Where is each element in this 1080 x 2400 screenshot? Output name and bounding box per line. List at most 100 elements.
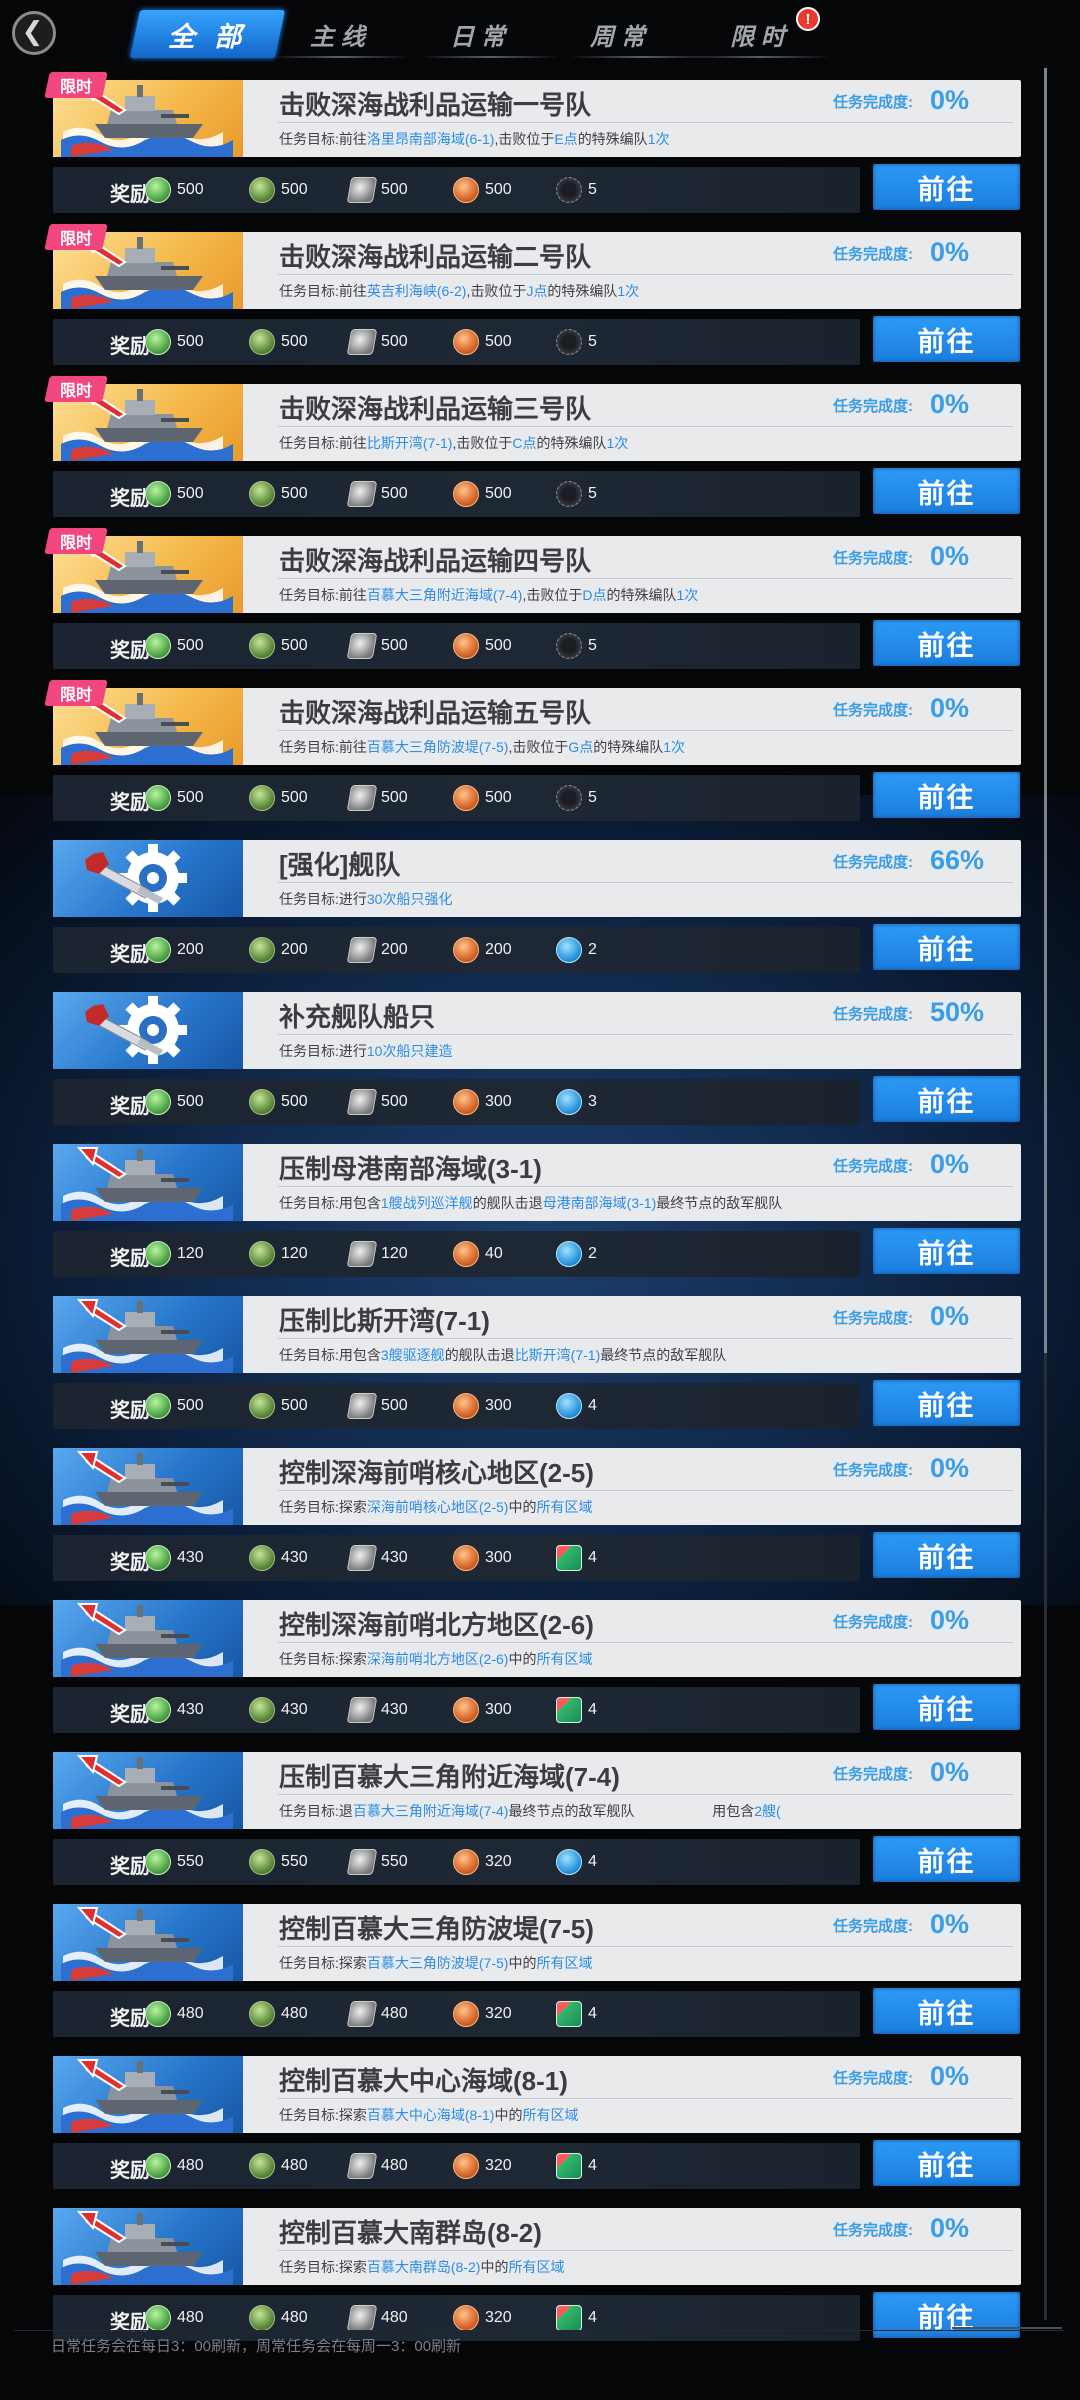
reward-amount: 300 — [485, 1701, 512, 1718]
objective-text: 的舰队击退 — [444, 1347, 515, 1363]
task-title: 压制比斯开湾(7-1) — [279, 1306, 490, 1336]
fuel-icon — [145, 2153, 171, 2179]
battleship-icon — [53, 1296, 243, 1373]
go-button[interactable]: 前往 — [873, 2140, 1020, 2186]
ammo-icon — [249, 1241, 275, 1267]
limited-time-tag: 限时 — [44, 72, 108, 98]
go-button[interactable]: 前往 — [873, 1228, 1020, 1274]
go-button[interactable]: 前往 — [873, 1836, 1020, 1882]
reward-amount: 4 — [588, 1853, 597, 1870]
go-button[interactable]: 前往 — [873, 1988, 1020, 2034]
objective-text: 的特殊编队 — [547, 283, 618, 299]
reward-amount: 500 — [381, 1397, 408, 1414]
material-icon — [556, 1697, 582, 1723]
reward-item: 500 — [249, 481, 308, 507]
task-title: 控制百慕大中心海域(8-1) — [279, 2066, 568, 2096]
reward-label: 奖励 — [110, 640, 150, 662]
title-divider — [278, 1946, 1013, 1947]
fuel-icon — [145, 2001, 171, 2027]
reward-amount: 5 — [588, 789, 597, 806]
reward-label: 奖励 — [110, 792, 150, 814]
objective-text: 任务目标:探索 — [279, 1955, 367, 1971]
go-button[interactable]: 前往 — [873, 316, 1020, 362]
reward-bar: 奖励 500 500 500 500 5 — [53, 167, 860, 213]
progress-value: 50% — [930, 997, 985, 1027]
progress-value: 0% — [930, 2061, 970, 2091]
go-button[interactable]: 前往 — [873, 1380, 1020, 1426]
reward-amount: 500 — [381, 181, 408, 198]
reward-amount: 500 — [485, 637, 512, 654]
objective-highlight: 1次 — [676, 587, 699, 603]
objective-highlight: J点 — [526, 283, 548, 299]
reward-amount: 500 — [177, 485, 204, 502]
steel-icon — [346, 177, 378, 203]
reward-amount: 500 — [485, 485, 512, 502]
task-objective: 任务目标:用包含3艘驱逐舰的舰队击退比斯开湾(7-1)最终节点的敌军舰队 — [279, 1345, 1014, 1365]
go-button[interactable]: 前往 — [873, 468, 1020, 514]
battleship-icon — [53, 1904, 243, 1981]
ammo-icon — [249, 481, 275, 507]
tab-all[interactable]: 全 部 — [129, 10, 286, 58]
tab-weekly[interactable]: 周 常 — [545, 10, 690, 58]
go-button[interactable]: 前往 — [873, 1684, 1020, 1730]
reward-amount: 120 — [177, 1245, 204, 1262]
go-button[interactable]: 前往 — [873, 2292, 1020, 2338]
objective-text: ,击败位于 — [508, 739, 569, 755]
reward-item: 320 — [453, 1849, 512, 1875]
objective-highlight: 30次船只强化 — [366, 891, 453, 907]
ammo-icon — [249, 2153, 275, 2179]
objective-text: 最终节点的敌军舰队 用包含 — [508, 1803, 755, 1819]
task-title: 控制百慕大三角防波堤(7-5) — [279, 1914, 594, 1944]
task-objective: 任务目标:前往百慕大三角防波堤(7-5),击败位于G点的特殊编队1次 — [279, 737, 1014, 757]
go-button[interactable]: 前往 — [873, 620, 1020, 666]
objective-highlight: 10次船只建造 — [366, 1043, 453, 1059]
objective-highlight: 1次 — [663, 739, 686, 755]
objective-highlight: 所有区域 — [522, 2107, 579, 2123]
task-card: 限时 击败深海战利品运输四号队 任务目标:前往百慕大三角附近海域(7-4),击败位于… — [44, 528, 1021, 676]
ammo-icon — [249, 2305, 275, 2331]
ammo-icon — [249, 633, 275, 659]
fuel-icon — [145, 1089, 171, 1115]
objective-highlight: 百慕大中心海域(8-1) — [366, 2107, 495, 2123]
reward-bar: 奖励 500 500 500 500 5 — [53, 319, 860, 365]
title-divider — [278, 1034, 1013, 1035]
objective-text: 任务目标:探索 — [279, 1651, 367, 1667]
objective-text: 中的 — [480, 2259, 509, 2275]
task-objective: 任务目标:探索深海前哨核心地区(2-5)中的所有区域 — [279, 1497, 1014, 1517]
back-button[interactable]: ❮ — [12, 11, 56, 55]
objective-highlight: 2艘( — [754, 1803, 781, 1819]
reward-item: 480 — [249, 2153, 308, 2179]
go-button[interactable]: 前往 — [873, 1532, 1020, 1578]
go-button[interactable]: 前往 — [873, 164, 1020, 210]
reward-item: 500 — [453, 177, 512, 203]
task-header: 控制深海前哨核心地区(2-5) 任务目标:探索深海前哨核心地区(2-5)中的所有区… — [53, 1448, 1021, 1525]
fuel-icon — [145, 1849, 171, 1875]
objective-highlight: 所有区域 — [536, 1499, 593, 1515]
task-header: 压制百慕大三角附近海域(7-4) 任务目标:退百慕大三角附近海域(7-4)最终节点… — [53, 1752, 1021, 1829]
fuel-icon — [145, 785, 171, 811]
core-icon — [556, 633, 582, 659]
task-header: 限时 击败深海战利品运输五号队 任务目标:前往百慕大三角防波堤(7-5),击败位于G… — [44, 680, 1021, 765]
reward-item: 300 — [453, 1393, 512, 1419]
battleship-icon — [53, 1600, 243, 1677]
go-button[interactable]: 前往 — [873, 1076, 1020, 1122]
go-button[interactable]: 前往 — [873, 924, 1020, 970]
task-title: 补充舰队船只 — [279, 1002, 436, 1032]
chevron-left-icon: ❮ — [21, 17, 44, 47]
objective-text: 任务目标:前往 — [279, 587, 367, 603]
reward-amount: 500 — [381, 637, 408, 654]
progress-value: 0% — [930, 541, 970, 571]
footer-divider — [14, 2330, 1064, 2331]
reward-amount: 500 — [177, 333, 204, 350]
task-card: 压制母港南部海域(3-1) 任务目标:用包含1艘战列巡洋舰的舰队击退母港南部海域(… — [53, 1144, 1021, 1284]
objective-highlight: 英吉利海峡(6-2) — [366, 283, 467, 299]
objective-highlight: 3艘驱逐舰 — [380, 1347, 445, 1363]
reward-amount: 320 — [485, 2309, 512, 2326]
reward-label: 奖励 — [110, 1856, 150, 1878]
tab-daily[interactable]: 日 常 — [405, 10, 550, 58]
title-divider — [278, 1338, 1013, 1339]
tab-main[interactable]: 主 线 — [265, 10, 410, 58]
scrollbar-thumb[interactable] — [1044, 68, 1047, 1353]
reward-amount: 430 — [381, 1701, 408, 1718]
go-button[interactable]: 前往 — [873, 772, 1020, 818]
